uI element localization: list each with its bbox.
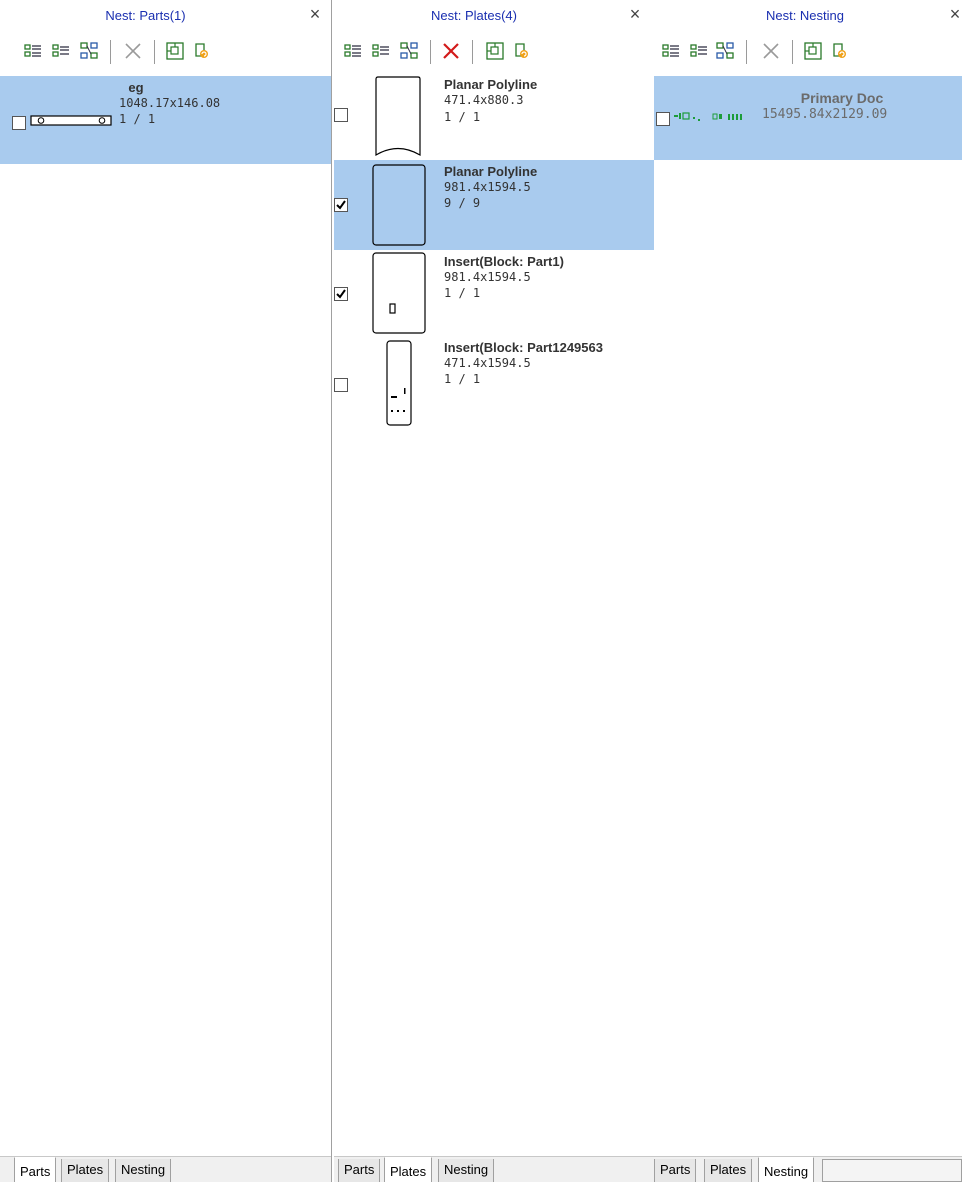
refresh-icon[interactable]: [190, 40, 212, 62]
parts-panel-title: Nest: Parts(1): [105, 8, 186, 23]
row-count: 1 / 1: [444, 372, 481, 386]
row-checkbox[interactable]: [334, 287, 348, 301]
toolbar-separator: [746, 40, 747, 64]
toolbar-separator: [154, 40, 155, 64]
tab-plates[interactable]: Plates: [61, 1159, 110, 1182]
toolbar-separator: [110, 40, 111, 64]
add-item-icon[interactable]: [164, 40, 186, 62]
row-count: 1 / 1: [444, 286, 481, 300]
tab-plates[interactable]: Plates: [704, 1159, 753, 1182]
tab-nesting[interactable]: Nesting: [438, 1159, 495, 1182]
list-item[interactable]: Planar Polyline 471.4x880.3 1 / 1: [334, 74, 654, 160]
delete-icon[interactable]: [122, 40, 144, 62]
list-detail-icon[interactable]: [22, 40, 44, 62]
toolbar-separator: [792, 40, 793, 64]
nesting-title-bar: Nest: Nesting ×: [654, 0, 962, 34]
list-compact-icon[interactable]: [370, 40, 392, 62]
row-checkbox[interactable]: [12, 116, 26, 130]
parts-toolbar: [0, 34, 331, 70]
row-title: Insert(Block: Part1249563: [444, 340, 603, 355]
toolbar-separator: [472, 40, 473, 64]
tab-nesting[interactable]: Nesting: [115, 1159, 172, 1182]
tree-view-icon[interactable]: [398, 40, 420, 62]
plate-preview-icon: [374, 76, 422, 158]
list-item[interactable]: Insert(Block: Part1249563 471.4x1594.5 1…: [334, 336, 654, 426]
row-dimensions: 981.4x1594.5: [444, 270, 531, 284]
row-dimensions: 471.4x1594.5: [444, 356, 531, 370]
block-preview-icon: [372, 252, 426, 334]
row-checkbox[interactable]: [656, 112, 670, 126]
tab-parts[interactable]: Parts: [338, 1159, 381, 1182]
nesting-tab-bar: Parts Plates Nesting: [654, 1156, 962, 1182]
parts-list: eg 1048.17x146.08 1 / 1: [0, 74, 331, 1156]
tab-nesting[interactable]: Nesting: [758, 1157, 815, 1182]
row-checkbox[interactable]: [334, 378, 348, 392]
row-count: 9 / 9: [444, 196, 481, 210]
add-item-icon[interactable]: [802, 40, 824, 62]
tree-view-icon[interactable]: [714, 40, 736, 62]
list-item[interactable]: Primary Doc 15495.84x2129.09: [654, 76, 962, 160]
plates-panel-title: Nest: Plates(4): [431, 8, 517, 23]
plates-panel: Nest: Plates(4) × Planar Polyline 471.4x…: [334, 0, 654, 1182]
tree-view-icon[interactable]: [78, 40, 100, 62]
parts-title-bar: Nest: Parts(1) ×: [0, 0, 331, 34]
row-title: Primary Doc: [800, 90, 884, 106]
tab-parts[interactable]: Parts: [14, 1157, 57, 1182]
row-dimensions: 471.4x880.3: [444, 93, 524, 107]
delete-icon[interactable]: [440, 40, 462, 62]
list-item[interactable]: eg 1048.17x146.08 1 / 1: [0, 76, 331, 164]
plate-preview-icon: [372, 164, 426, 246]
plates-title-bar: Nest: Plates(4) ×: [334, 0, 654, 34]
plates-toolbar: [334, 34, 654, 70]
row-title: Planar Polyline: [444, 77, 538, 92]
row-dimensions: 15495.84x2129.09: [762, 107, 888, 122]
nesting-close-button[interactable]: ×: [946, 5, 962, 23]
tab-bar-filler: [822, 1159, 962, 1182]
block-preview-icon: [386, 340, 412, 426]
row-title: Planar Polyline: [444, 164, 538, 179]
nesting-list: Primary Doc 15495.84x2129.09: [654, 74, 962, 1156]
parts-tab-bar: Parts Plates Nesting: [0, 1156, 331, 1182]
plates-tab-bar: Parts Plates Nesting: [334, 1156, 654, 1182]
add-item-icon[interactable]: [484, 40, 506, 62]
row-title: Insert(Block: Part1): [444, 254, 564, 269]
list-detail-icon[interactable]: [342, 40, 364, 62]
row-dimensions: 1048.17x146.08: [119, 96, 221, 110]
parts-close-button[interactable]: ×: [306, 5, 324, 23]
list-compact-icon[interactable]: [50, 40, 72, 62]
list-item[interactable]: Planar Polyline 981.4x1594.5 9 / 9: [334, 160, 654, 250]
list-compact-icon[interactable]: [688, 40, 710, 62]
delete-icon[interactable]: [760, 40, 782, 62]
nesting-panel: Nest: Nesting × Primary Doc 15495.84x212…: [654, 0, 962, 1182]
list-detail-icon[interactable]: [660, 40, 682, 62]
nesting-toolbar: [654, 34, 962, 70]
row-checkbox[interactable]: [334, 108, 348, 122]
nesting-panel-title: Nest: Nesting: [765, 8, 845, 23]
list-item[interactable]: Insert(Block: Part1) 981.4x1594.5 1 / 1: [334, 250, 654, 336]
nesting-preview-icon: [672, 111, 760, 123]
refresh-icon[interactable]: [510, 40, 532, 62]
row-checkbox[interactable]: [334, 198, 348, 212]
row-count: 1 / 1: [119, 112, 156, 126]
plates-list: Planar Polyline 471.4x880.3 1 / 1 Planar…: [334, 74, 654, 1156]
tab-parts[interactable]: Parts: [654, 1159, 697, 1182]
row-title: eg: [128, 80, 144, 95]
refresh-icon[interactable]: [828, 40, 850, 62]
parts-panel: Nest: Parts(1) × eg 1048.17x146.08 1 / 1…: [0, 0, 332, 1182]
row-dimensions: 981.4x1594.5: [444, 180, 531, 194]
row-count: 1 / 1: [444, 110, 481, 124]
toolbar-separator: [430, 40, 431, 64]
plates-close-button[interactable]: ×: [626, 5, 644, 23]
tab-plates[interactable]: Plates: [384, 1157, 433, 1182]
part-preview-icon: [30, 114, 114, 128]
